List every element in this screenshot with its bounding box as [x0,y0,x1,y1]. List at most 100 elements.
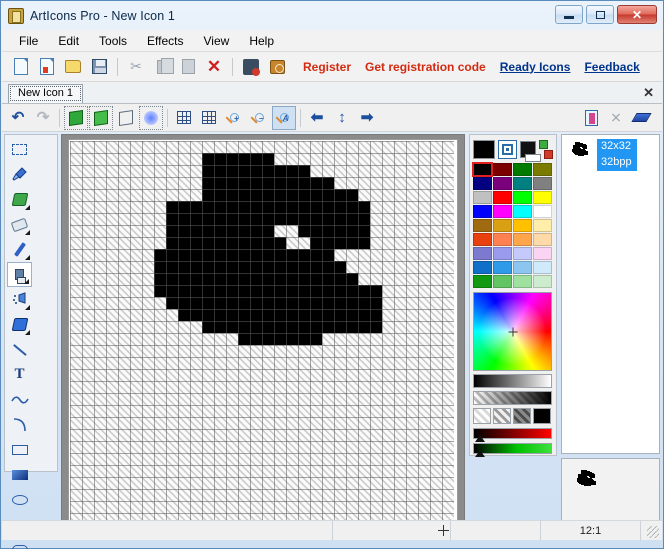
canvas-pixel-run[interactable] [298,225,370,237]
alpha-preset-1[interactable] [493,408,511,424]
color-swatch-19[interactable] [533,219,552,232]
color-swatch-23[interactable] [533,233,552,246]
color-swatch-20[interactable] [473,233,492,246]
color-swatch-17[interactable] [493,219,512,232]
color-swatch-18[interactable] [513,219,532,232]
redo-icon[interactable]: ↷ [31,106,55,130]
menu-item-help[interactable]: Help [240,31,283,51]
color-swatch-26[interactable] [513,247,532,260]
undo-icon[interactable]: ↶ [6,106,30,130]
foreground-color-swatch[interactable] [473,140,495,159]
feedback-link[interactable]: Feedback [584,60,639,74]
color-swatch-24[interactable] [473,247,492,260]
paste-icon[interactable] [176,55,200,79]
arc-tool[interactable] [7,412,32,437]
color-swatch-1[interactable] [493,163,512,176]
register-link[interactable]: Register [303,60,351,74]
canvas-pixel-run[interactable] [202,153,274,165]
align-right-icon[interactable]: ➡ [355,106,379,130]
line-tool[interactable] [7,337,32,362]
canvas-pixel-run[interactable] [202,189,358,201]
image-list[interactable]: 32x32 32bpp [561,134,660,454]
convert-icon[interactable] [239,55,263,79]
canvas-pixel-run[interactable] [154,249,334,261]
rectangle-filled-tool[interactable] [7,462,32,487]
blur-image-icon[interactable] [139,106,163,130]
list-item[interactable]: 32x32 32bpp [562,135,659,171]
canvas-pixel-run[interactable] [238,333,322,345]
alpha-preset-3[interactable] [533,408,551,424]
color-swatch-32[interactable] [473,275,492,288]
slider-knob-icon[interactable] [475,450,485,457]
color-swatch-15[interactable] [533,205,552,218]
eraser-transparent-tool[interactable] [7,187,32,212]
color-swatch-31[interactable] [533,261,552,274]
color-swatch-11[interactable] [533,191,552,204]
alpha-ramp[interactable] [473,391,552,405]
canvas-pixel-run[interactable] [154,285,382,297]
copy-icon[interactable] [150,55,174,79]
pixel-canvas[interactable] [70,141,454,525]
grid-detail-icon[interactable] [197,106,221,130]
align-left-icon[interactable]: ⬅ [305,106,329,130]
tab-close-button[interactable]: ✕ [643,85,654,101]
canvas-pixel-run[interactable] [202,165,310,177]
rectangle-outline-tool[interactable] [7,437,32,462]
eraser-tool[interactable] [7,212,32,237]
minimize-button[interactable] [555,5,583,24]
text-tool[interactable]: T [7,362,32,387]
help-book-icon[interactable] [265,55,289,79]
resize-grip-icon[interactable] [647,526,659,538]
color-swatch-27[interactable] [533,247,552,260]
color-swatch-8[interactable] [473,191,492,204]
color-swatch-10[interactable] [513,191,532,204]
green-channel-slider[interactable] [473,443,552,454]
color-swatch-22[interactable] [513,233,532,246]
new-icon[interactable] [9,55,33,79]
cut-icon[interactable]: ✂ [124,55,148,79]
menu-item-file[interactable]: File [10,31,47,51]
color-swatch-0[interactable] [473,163,492,176]
color-swatch-21[interactable] [493,233,512,246]
color-swatch-14[interactable] [513,205,532,218]
canvas-viewport[interactable] [68,139,458,525]
align-center-icon[interactable]: ↕ [330,106,354,130]
pencil-tool[interactable] [7,237,32,262]
get-registration-code-link[interactable]: Get registration code [365,60,486,74]
canvas-pixel-run[interactable] [154,261,346,273]
color-swatch-12[interactable] [473,205,492,218]
close-button[interactable]: ✕ [617,5,657,24]
canvas-pixel-run[interactable] [202,177,334,189]
color-swatch-33[interactable] [493,275,512,288]
background-color-swatch[interactable] [520,141,537,158]
red-channel-slider[interactable] [473,428,552,439]
curve-tool[interactable] [7,387,32,412]
grayscale-ramp[interactable] [473,374,552,388]
add-image-icon[interactable] [64,106,88,130]
menu-item-tools[interactable]: Tools [90,31,136,51]
paint-bucket-tool[interactable] [7,312,32,337]
delete-image-icon[interactable] [114,106,138,130]
ellipse-outline-tool[interactable] [7,487,32,512]
canvas-pixel-run[interactable] [310,237,370,249]
color-swatch-9[interactable] [493,191,512,204]
alpha-preset-2[interactable] [513,408,531,424]
canvas-pixel-run[interactable] [178,309,382,321]
menu-item-effects[interactable]: Effects [138,31,192,51]
canvas-pixel-run[interactable] [166,201,370,213]
color-swatch-7[interactable] [533,177,552,190]
color-swatch-3[interactable] [533,163,552,176]
color-swatch-30[interactable] [513,261,532,274]
color-swatch-34[interactable] [513,275,532,288]
brush-tool[interactable] [7,262,32,287]
color-swatch-16[interactable] [473,219,492,232]
airbrush-tool[interactable] [7,287,32,312]
zoom-actual-icon[interactable]: A [272,106,296,130]
ready-icons-link[interactable]: Ready Icons [500,60,571,74]
grid-icon[interactable] [172,106,196,130]
canvas-pixel-run[interactable] [166,237,286,249]
canvas-pixel-run[interactable] [202,321,382,333]
color-swatch-25[interactable] [493,247,512,260]
duplicate-image-icon[interactable] [89,106,113,130]
color-swatch-28[interactable] [473,261,492,274]
